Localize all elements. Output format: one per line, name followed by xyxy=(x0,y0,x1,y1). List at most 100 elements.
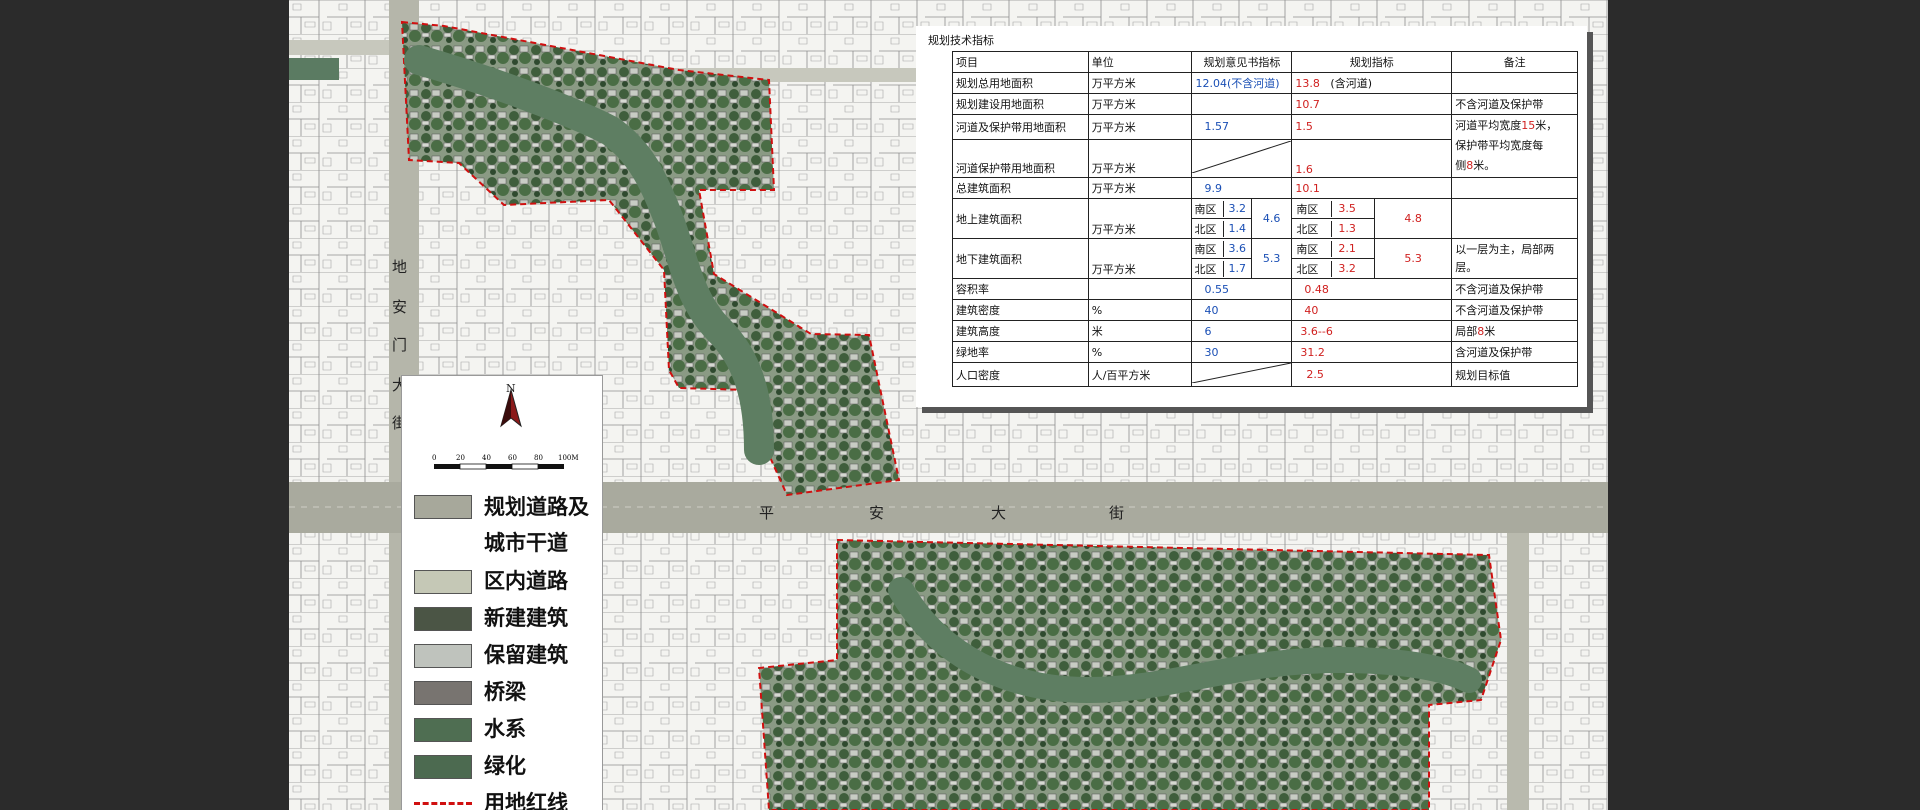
cell-opinion: 30 xyxy=(1191,341,1293,363)
cell-plan: 40 xyxy=(1291,299,1453,321)
split-south: 南区 3.5 xyxy=(1292,199,1374,219)
site-plan-map[interactable]: 平 安 大 街 地 安 门 大 街 N 0 20 40 60 80 100M 规… xyxy=(289,0,1608,810)
legend-label-green: 绿化 xyxy=(484,754,526,778)
street-label-vert-1: 安 xyxy=(392,298,408,316)
scale-label-1: 20 xyxy=(456,454,465,462)
cell-item: 总建筑面积 xyxy=(952,177,1089,199)
table-row: 容积率 0.55 0.48 不含河道及保护带 xyxy=(952,278,1578,300)
cell-plan-value: 13.8 xyxy=(1295,77,1320,90)
legend-item-kept-building: 保留建筑 xyxy=(414,637,604,674)
note-part: 侧 xyxy=(1455,159,1467,172)
note-part: 米， xyxy=(1535,119,1558,132)
cell-opinion-split: 南区 3.6 北区 1.7 5.3 xyxy=(1191,238,1293,279)
south-label: 南区 xyxy=(1192,200,1225,217)
note-part: 局部 xyxy=(1455,325,1478,338)
split-plan: 南区 2.1 北区 3.2 5.3 xyxy=(1292,239,1451,278)
op-north-value: 1.7 xyxy=(1228,262,1246,275)
cell-unit: 万平方米 xyxy=(1087,177,1193,199)
table-row: 地下建筑面积 万平方米 南区 3.6 北区 1.7 5.3 南区 2.1 北区 … xyxy=(952,238,1578,279)
pl-north-value: 1.3 xyxy=(1338,222,1356,235)
slash-mark xyxy=(1192,140,1292,174)
cell-unit xyxy=(1087,278,1193,300)
cell-opinion-slash xyxy=(1191,138,1293,179)
cell-plan: 2.5 xyxy=(1291,362,1453,387)
legend-label-kept-building: 保留建筑 xyxy=(484,643,568,667)
legend-label-road: 规划道路及城市干道 xyxy=(484,495,589,555)
header-note: 备注 xyxy=(1451,51,1578,73)
legend-swatch-green xyxy=(414,754,472,779)
left-margin xyxy=(0,0,289,810)
scale-label-2: 40 xyxy=(482,454,491,462)
cell-opinion: 6 xyxy=(1191,320,1293,342)
tech-indicators-panel: 规划技术指标 项目 单位 规划意见书指标 规划指标 备注 规划总用地面积 万平方… xyxy=(916,26,1587,407)
split-opinion: 南区 3.2 北区 1.4 4.6 xyxy=(1192,199,1291,238)
cell-unit: % xyxy=(1087,341,1193,363)
street-label-main-2: 大 xyxy=(991,504,1007,522)
legend-swatch-internal-road xyxy=(414,569,472,594)
header-opinion: 规划意见书指标 xyxy=(1191,51,1293,73)
legend-label-bridge: 桥梁 xyxy=(484,680,526,704)
cell-note: 规划目标值 xyxy=(1451,362,1578,387)
cell-note xyxy=(1451,198,1578,239)
cell-opinion: 40 xyxy=(1191,299,1293,321)
split-south: 南区 3.6 xyxy=(1192,239,1251,259)
table-row: 地上建筑面积 万平方米 南区 3.2 北区 1.4 4.6 南区 3.5 北区 … xyxy=(952,198,1578,239)
legend-swatch-road xyxy=(414,495,472,519)
cell-plan: 31.2 xyxy=(1291,341,1453,363)
cell-opinion-slash xyxy=(1191,362,1293,387)
op-total-value: 4.6 xyxy=(1262,212,1281,225)
cell-unit: 万平方米 xyxy=(1087,72,1193,94)
legend-item-redline: 用地红线 xyxy=(414,785,604,810)
table-header-row: 项目 单位 规划意见书指标 规划指标 备注 xyxy=(952,51,1578,73)
cell-unit: 万平方米 xyxy=(1087,238,1193,279)
table-row: 总建筑面积 万平方米 9.9 10.1 xyxy=(952,177,1578,199)
cell-unit: 米 xyxy=(1087,320,1193,342)
cell-plan: 13.8 (含河道) xyxy=(1291,72,1453,94)
street-label-main-1: 安 xyxy=(869,504,885,522)
split-left: 南区 3.6 北区 1.7 xyxy=(1192,239,1252,278)
table-row: 规划建设用地面积 万平方米 10.7 不含河道及保护带 xyxy=(952,93,1578,115)
north-label: N xyxy=(506,382,516,395)
split-south: 南区 3.2 xyxy=(1192,199,1251,219)
cell-plan: 0.48 xyxy=(1291,278,1453,300)
cell-plan: 1.6 xyxy=(1291,138,1453,179)
header-plan: 规划指标 xyxy=(1291,51,1453,73)
cell-unit: 万平方米 xyxy=(1087,138,1193,179)
cell-opinion-split: 南区 3.2 北区 1.4 4.6 xyxy=(1191,198,1293,239)
south-label: 南区 xyxy=(1292,200,1333,217)
street-label-main-0: 平 xyxy=(759,504,775,522)
cell-note xyxy=(1451,72,1578,94)
scale-label-4: 80 xyxy=(534,454,543,462)
legend-label-redline: 用地红线 xyxy=(484,791,568,810)
table-row: 建筑密度 % 40 40 不含河道及保护带 xyxy=(952,299,1578,321)
split-south: 南区 2.1 xyxy=(1292,239,1374,259)
slash-mark xyxy=(1192,362,1292,384)
cell-item: 河道保护带用地面积 xyxy=(952,138,1089,179)
cell-unit: 万平方米 xyxy=(1087,198,1193,239)
street-label-main-3: 街 xyxy=(1109,504,1125,522)
cell-item: 绿地率 xyxy=(952,341,1089,363)
north-label: 北区 xyxy=(1192,220,1225,237)
header-unit: 单位 xyxy=(1087,51,1193,73)
cell-opinion: 9.9 xyxy=(1191,177,1293,199)
legend-item-green: 绿化 xyxy=(414,748,604,785)
cell-note: 河道平均宽度15米， 保护带平均宽度每 侧8米。 xyxy=(1451,114,1578,178)
split-left: 南区 3.2 北区 1.4 xyxy=(1192,199,1252,238)
cell-unit: 万平方米 xyxy=(1087,93,1193,115)
legend-item-water: 水系 xyxy=(414,711,604,748)
scale-label-0: 0 xyxy=(432,454,436,462)
cell-item: 建筑密度 xyxy=(952,299,1089,321)
map-legend: N 0 20 40 60 80 100M 规划道路及城市干道 区内道路 新建建筑… xyxy=(401,375,603,810)
op-south-value: 3.2 xyxy=(1228,202,1246,215)
legend-item-new-building: 新建建筑 xyxy=(414,600,604,637)
note-part: 米。 xyxy=(1473,159,1496,172)
note-part-red: 15 xyxy=(1521,119,1536,132)
cell-opinion: 12.04(不含河道) xyxy=(1191,72,1293,94)
cell-note: 不含河道及保护带 xyxy=(1451,93,1578,115)
pl-south-value: 2.1 xyxy=(1338,242,1356,255)
north-label: 北区 xyxy=(1292,260,1333,277)
legend-item-internal-road: 区内道路 xyxy=(414,563,604,600)
split-left: 南区 3.5 北区 1.3 xyxy=(1292,199,1375,238)
pl-south-value: 3.5 xyxy=(1338,202,1356,215)
cell-plan: 10.7 xyxy=(1291,93,1453,115)
